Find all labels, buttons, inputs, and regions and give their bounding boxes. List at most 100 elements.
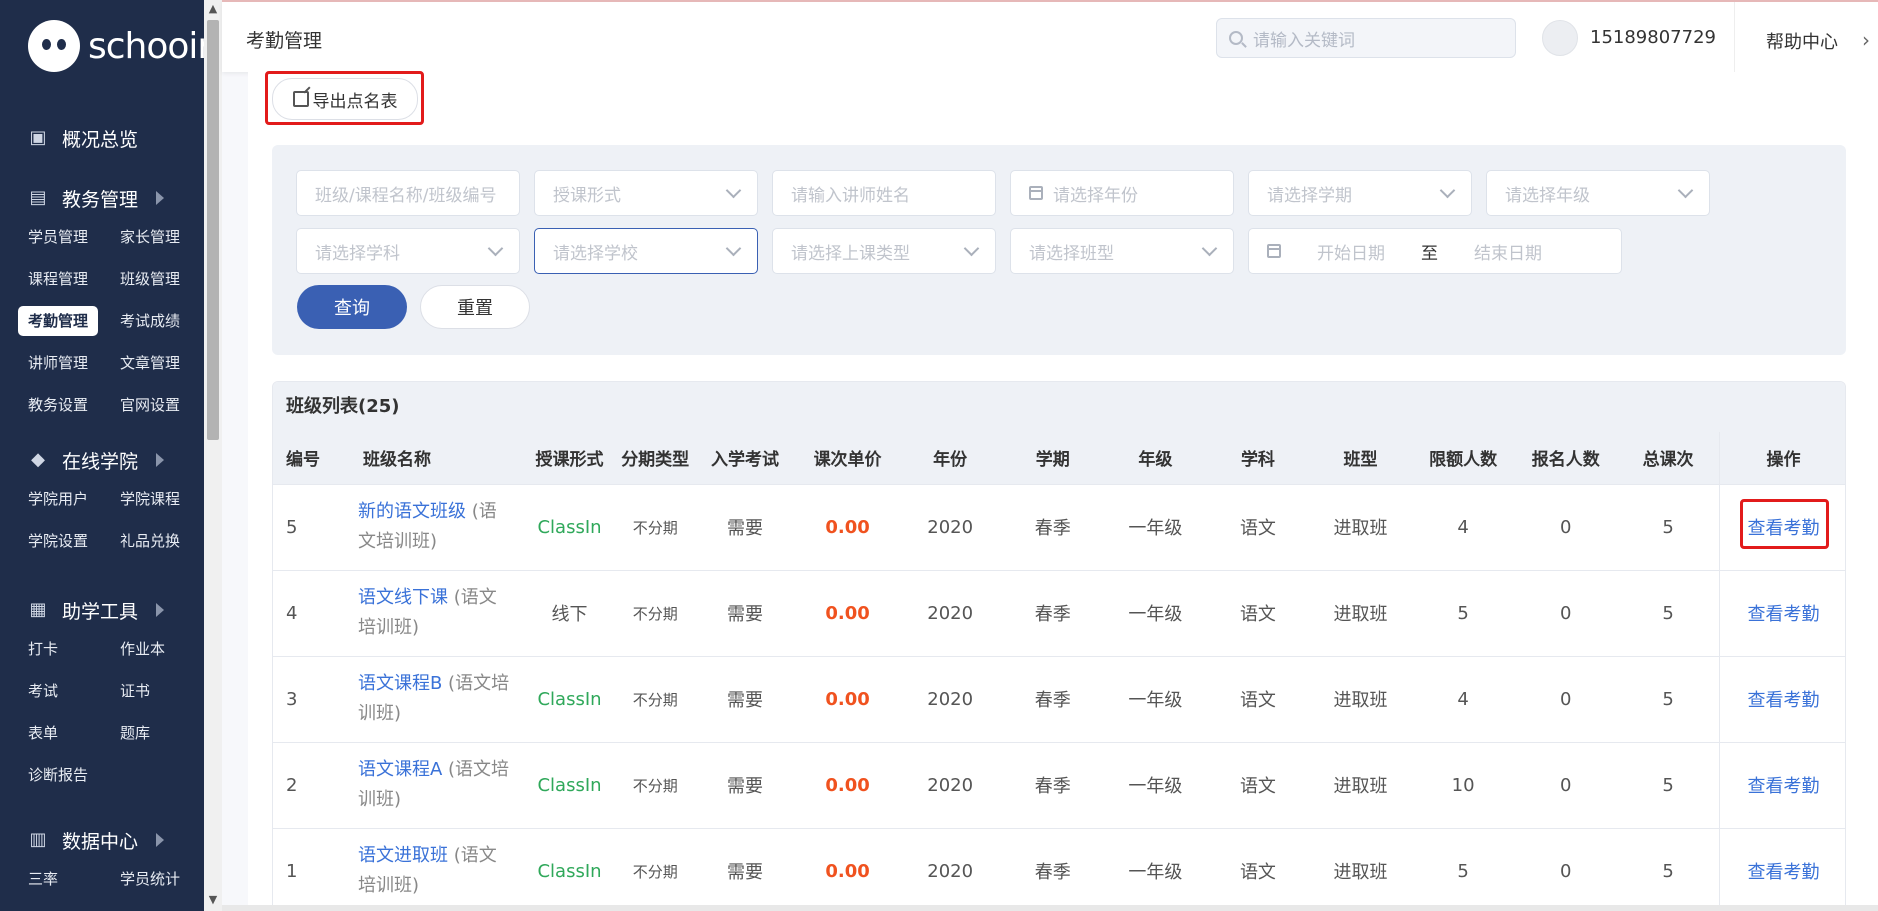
start-date-placeholder[interactable]: 开始日期: [1317, 239, 1385, 264]
cell-op: 查看考勤: [1719, 656, 1845, 743]
cell-price: 0.00: [796, 570, 899, 657]
cell-form: ClassIn: [522, 828, 617, 910]
cell-price: 0.00: [796, 656, 899, 743]
column-header: 编号: [273, 432, 350, 485]
class-search-input[interactable]: 班级/课程名称/班级编号: [296, 170, 520, 216]
query-button[interactable]: 查询: [297, 285, 407, 329]
sidebar-item[interactable]: 学员管理: [18, 218, 110, 256]
sidebar-item[interactable]: 证书: [110, 672, 202, 710]
class-name-link[interactable]: 语文进取班: [358, 845, 448, 866]
cell-id: 4: [273, 570, 350, 657]
sidebar-item[interactable]: 教务设置: [18, 386, 110, 424]
subject-select[interactable]: 请选择学科: [296, 228, 520, 274]
date-range-picker[interactable]: 开始日期 至 结束日期: [1248, 228, 1622, 274]
grid-icon: ▦: [29, 599, 47, 620]
sidebar-item[interactable]: 学院用户: [18, 480, 110, 518]
sidebar-item[interactable]: 表单: [18, 714, 110, 752]
cell-term: 春季: [1001, 828, 1105, 910]
cell-id: 2: [273, 742, 350, 829]
teacher-name-input[interactable]: 请输入讲师姓名: [772, 170, 996, 216]
search-input[interactable]: 请输入关键词: [1216, 18, 1516, 58]
brand-logo[interactable]: schooin: [28, 20, 204, 72]
sidebar-item[interactable]: 打卡: [18, 630, 110, 668]
class-name-link[interactable]: 语文线下课: [358, 587, 448, 608]
cell-class-name: 语文课程A (语文培训班): [349, 742, 523, 829]
calendar-icon: [1029, 186, 1043, 200]
cell-text: 4: [286, 602, 298, 624]
table-row: 3 语文课程B (语文培训班) ClassIn 不分期 需要 0.00 2020 春季 一年级 语…: [273, 656, 1845, 743]
class-name-link[interactable]: 新的语文班级: [358, 501, 466, 522]
class-name-link[interactable]: 语文课程B: [358, 673, 442, 694]
help-center-link[interactable]: 帮助中心: [1766, 28, 1838, 54]
grade-select[interactable]: 请选择年级: [1486, 170, 1710, 216]
column-header: 限额人数: [1411, 432, 1515, 485]
cell-text: 进取班: [1333, 518, 1388, 539]
cell-enrolled: 0: [1514, 742, 1618, 829]
lesson-type-select[interactable]: 请选择上课类型: [772, 228, 996, 274]
cell-text: 0: [1559, 516, 1572, 538]
sidebar-item[interactable]: 考试成绩: [110, 302, 202, 340]
view-attendance-link[interactable]: 查看考勤: [1748, 776, 1820, 797]
menu-head-3[interactable]: ▦ 助学工具: [0, 590, 204, 630]
menu-head-label: 在线学院: [62, 450, 139, 473]
scroll-down-icon[interactable]: ▼: [207, 893, 219, 907]
view-attendance-link[interactable]: 查看考勤: [1748, 862, 1820, 883]
sidebar-item[interactable]: 班级管理: [110, 260, 202, 298]
monitor-icon: ▣: [29, 127, 47, 148]
sidebar-item[interactable]: 官网设置: [110, 386, 202, 424]
sidebar-item[interactable]: 礼品兑换: [110, 522, 202, 560]
cell-class-name: 语文课程B (语文培训班): [349, 656, 523, 743]
teach-form-select[interactable]: 授课形式: [534, 170, 758, 216]
cell-installment: 不分期: [616, 828, 694, 910]
cell-text: 0.00: [825, 516, 870, 538]
table-body: 5 新的语文班级 (语文培训班) ClassIn 不分期 需要 0.00 2020 春季 一年级…: [273, 484, 1845, 910]
cell-exam: 需要: [693, 570, 797, 657]
end-date-placeholder[interactable]: 结束日期: [1474, 239, 1542, 264]
cell-grade: 一年级: [1104, 484, 1207, 571]
sidebar-item[interactable]: 课程管理: [18, 260, 110, 298]
menu-head-2[interactable]: ◆ 在线学院: [0, 440, 204, 480]
cell-lessons: 5: [1617, 570, 1720, 657]
term-select[interactable]: 请选择学期: [1248, 170, 1472, 216]
view-attendance-link[interactable]: 查看考勤: [1748, 690, 1820, 711]
user-phone[interactable]: 15189807729: [1590, 27, 1716, 48]
sidebar-item[interactable]: 讲师管理: [18, 344, 110, 382]
sidebar-item[interactable]: 三率: [18, 860, 110, 898]
avatar[interactable]: [1542, 20, 1578, 56]
graduation-cap-icon: ◆: [31, 449, 45, 470]
column-header: 报名人数: [1514, 432, 1618, 485]
year-picker[interactable]: 请选择年份: [1010, 170, 1234, 216]
sidebar-scroll-thumb[interactable]: [207, 20, 219, 440]
menu-head-4[interactable]: ▥ 数据中心: [0, 820, 204, 860]
cell-exam: 需要: [693, 484, 797, 571]
class-name-link[interactable]: 语文课程A: [358, 759, 442, 780]
column-header: 授课形式: [522, 432, 617, 485]
table-header-row: 编号 班级名称 授课形式 分期类型 入学考试 课次单价 年份 学期 年级 学科 班型 限额人数 报名人数…: [273, 432, 1845, 485]
cell-text: 5: [1457, 860, 1469, 882]
sidebar-item[interactable]: 考试: [18, 672, 110, 710]
sidebar-item[interactable]: 学院课程: [110, 480, 202, 518]
horizontal-scrollbar[interactable]: [222, 905, 1878, 911]
class-type-select[interactable]: 请选择班型: [1010, 228, 1234, 274]
sidebar-item[interactable]: 作业本: [110, 630, 202, 668]
term-placeholder: 请选择学期: [1267, 185, 1352, 206]
sidebar-item[interactable]: 文章管理: [110, 344, 202, 382]
view-attendance-highlight-box: [1740, 499, 1829, 549]
sidebar-item[interactable]: 家长管理: [110, 218, 202, 256]
chevron-right-icon[interactable]: ›: [1862, 28, 1870, 52]
sidebar-item[interactable]: 诊断报告: [18, 756, 110, 794]
menu-head-label: 数据中心: [62, 830, 139, 853]
sidebar-item[interactable]: 学员统计: [110, 860, 202, 898]
school-select[interactable]: 请选择学校: [534, 228, 758, 274]
sidebar-item[interactable]: 学院设置: [18, 522, 110, 560]
sidebar-item[interactable]: 题库: [110, 714, 202, 752]
menu-head-1[interactable]: ▤ 教务管理: [0, 178, 204, 218]
menu-head-0[interactable]: ▣ 概况总览: [0, 118, 204, 158]
cell-text: 0.00: [825, 774, 870, 796]
cell-price: 0.00: [796, 484, 899, 571]
view-attendance-link[interactable]: 查看考勤: [1748, 604, 1820, 625]
app-root: schooin ▣概况总览▤教务管理学员管理家长管理课程管理班级管理考勤管理考试…: [0, 0, 1878, 911]
sidebar-item[interactable]: 考勤管理: [18, 306, 98, 336]
reset-button[interactable]: 重置: [420, 285, 530, 329]
scroll-up-icon[interactable]: ▲: [207, 2, 219, 16]
